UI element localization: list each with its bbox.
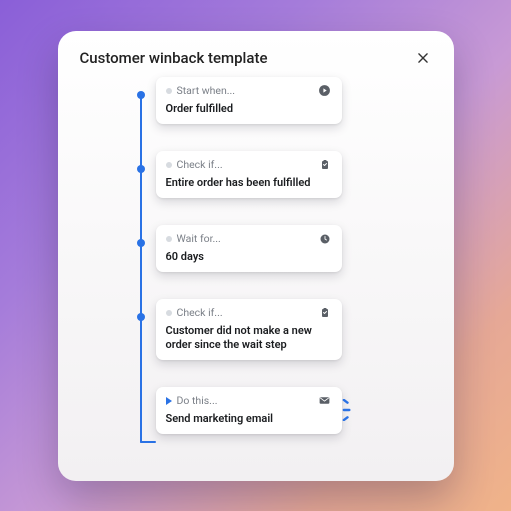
step-card-start[interactable]: Start when... Order fulfilled [156,77,342,124]
step-desc: Customer did not make a new order since … [166,324,332,353]
step-chip: Wait for... [166,232,221,245]
clipboard-icon [318,306,332,320]
clipboard-icon [318,158,332,172]
bullet-icon [166,236,172,242]
flow-rail-foot [140,441,156,443]
bullet-icon [166,310,172,316]
play-circle-icon [318,84,332,98]
step-desc: Entire order has been fulfilled [166,176,332,190]
step-card-check[interactable]: Check if... Customer did not make a new … [156,299,342,361]
flow-dot [137,313,145,321]
step-chip: Check if... [166,158,223,171]
modal-header: Customer winback template [80,49,432,67]
flow-dot [137,165,145,173]
mail-icon [318,394,332,408]
flow-dot [137,239,145,247]
play-icon [166,397,172,405]
step-chip: Check if... [166,306,223,319]
step-chip: Start when... [166,84,236,97]
close-icon [416,51,430,65]
workflow-flow: Start when... Order fulfilled Check if..… [134,77,432,477]
step-card-wait[interactable]: Wait for... 60 days [156,225,342,272]
step-label: Do this... [177,394,218,407]
flow-rail [140,93,142,443]
highlight-burst-icon [342,399,364,421]
bullet-icon [166,162,172,168]
step-chip: Do this... [166,394,218,407]
step-label: Check if... [177,158,223,171]
step-label: Start when... [177,84,236,97]
flow-dot [137,91,145,99]
close-button[interactable] [414,49,432,67]
step-desc: 60 days [166,250,332,264]
step-card-do[interactable]: Do this... Send marketing email [156,387,342,434]
step-label: Check if... [177,306,223,319]
modal: Customer winback template Start when... … [58,31,454,481]
step-label: Wait for... [177,232,221,245]
bullet-icon [166,88,172,94]
modal-title: Customer winback template [80,49,268,67]
step-desc: Send marketing email [166,412,332,426]
step-desc: Order fulfilled [166,102,332,116]
clock-icon [318,232,332,246]
step-card-check[interactable]: Check if... Entire order has been fulfil… [156,151,342,198]
